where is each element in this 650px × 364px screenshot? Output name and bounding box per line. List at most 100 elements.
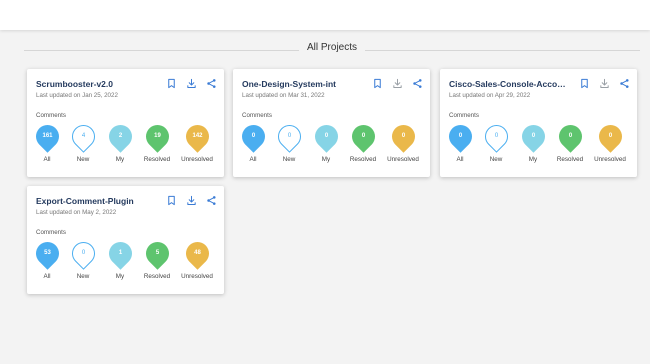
stat-new[interactable]: 0 New xyxy=(269,120,309,163)
last-updated-text: Last updated on May 2, 2022 xyxy=(36,209,117,216)
bookmark-icon[interactable] xyxy=(579,78,590,89)
stat-resolved[interactable]: 0 Resolved xyxy=(550,120,590,163)
stat-all[interactable]: 0 All xyxy=(233,120,273,163)
comment-stats: 161 All 4 New 2 My 19 Resolved 142 Unresolved xyxy=(30,120,219,169)
stat-label: Resolved xyxy=(143,273,171,280)
stat-my[interactable]: 2 My xyxy=(100,120,140,163)
comment-stats: 53 All 0 New 1 My 5 Resolved 48 Unresolved xyxy=(30,237,219,286)
stat-count: 0 xyxy=(81,250,85,256)
stat-label: My xyxy=(528,156,538,163)
pin-marker-icon: 2 xyxy=(103,120,137,153)
pin-marker-icon: 142 xyxy=(180,120,214,153)
project-title[interactable]: Cisco-Sales-Console-Account-I... xyxy=(449,79,569,89)
stat-count: 142 xyxy=(191,133,202,139)
project-title[interactable]: Export-Comment-Plugin xyxy=(36,196,156,206)
stat-unresolved[interactable]: 48 Unresolved xyxy=(177,237,217,280)
download-icon[interactable] xyxy=(599,78,610,89)
section-title: All Projects xyxy=(298,42,366,53)
pin-marker-icon: 0 xyxy=(593,120,627,153)
stat-count: 1 xyxy=(118,250,122,256)
stat-all[interactable]: 161 All xyxy=(27,120,67,163)
stat-all[interactable]: 53 All xyxy=(27,237,67,280)
stat-new[interactable]: 0 New xyxy=(476,120,516,163)
project-card[interactable]: Cisco-Sales-Console-Account-I... Last up… xyxy=(440,69,637,177)
stat-count: 0 xyxy=(251,133,255,139)
last-updated-text: Last updated on Apr 29, 2022 xyxy=(449,92,531,99)
stat-label: New xyxy=(76,273,90,280)
stat-label: All xyxy=(43,273,51,280)
top-app-bar xyxy=(0,0,650,30)
stat-my[interactable]: 0 My xyxy=(513,120,553,163)
share-icon[interactable] xyxy=(206,195,217,206)
project-card[interactable]: Export-Comment-Plugin Last updated on Ma… xyxy=(27,186,224,294)
pin-marker-icon: 0 xyxy=(346,120,380,153)
bookmark-icon[interactable] xyxy=(166,78,177,89)
stat-label: All xyxy=(43,156,51,163)
pin-marker-icon: 1 xyxy=(103,237,137,270)
last-updated-text: Last updated on Jan 25, 2022 xyxy=(36,92,118,99)
project-title[interactable]: Scrumbooster-v2.0 xyxy=(36,79,156,89)
stat-count: 0 xyxy=(361,133,365,139)
stat-label: Resolved xyxy=(349,156,377,163)
stat-count: 2 xyxy=(118,133,122,139)
pin-marker-icon: 0 xyxy=(386,120,420,153)
stat-label: My xyxy=(115,156,125,163)
stat-label: My xyxy=(115,273,125,280)
project-card[interactable]: Scrumbooster-v2.0 Last updated on Jan 25… xyxy=(27,69,224,177)
stat-count: 0 xyxy=(494,133,498,139)
download-icon[interactable] xyxy=(186,78,197,89)
stat-count: 0 xyxy=(287,133,291,139)
bookmark-icon[interactable] xyxy=(372,78,383,89)
project-title[interactable]: One-Design-System-int xyxy=(242,79,362,89)
pin-marker-icon: 48 xyxy=(180,237,214,270)
stat-unresolved[interactable]: 0 Unresolved xyxy=(590,120,630,163)
stat-label: Resolved xyxy=(556,156,584,163)
stat-all[interactable]: 0 All xyxy=(440,120,480,163)
card-actions xyxy=(166,195,217,206)
share-icon[interactable] xyxy=(412,78,423,89)
comments-label: Comments xyxy=(36,112,66,119)
card-actions xyxy=(166,78,217,89)
stat-count: 161 xyxy=(41,133,52,139)
share-icon[interactable] xyxy=(619,78,630,89)
project-card[interactable]: One-Design-System-int Last updated on Ma… xyxy=(233,69,430,177)
stat-resolved[interactable]: 19 Resolved xyxy=(137,120,177,163)
stat-count: 48 xyxy=(193,250,201,256)
stat-count: 0 xyxy=(458,133,462,139)
stat-count: 0 xyxy=(531,133,535,139)
stat-label: New xyxy=(489,156,503,163)
pin-marker-icon: 0 xyxy=(236,120,270,153)
stat-new[interactable]: 4 New xyxy=(63,120,103,163)
stat-label: Resolved xyxy=(143,156,171,163)
stat-label: Unresolved xyxy=(181,273,213,280)
comment-stats: 0 All 0 New 0 My 0 Resolved 0 Unresolved xyxy=(443,120,632,169)
pin-marker-icon: 0 xyxy=(272,120,306,153)
pin-marker-icon: 0 xyxy=(516,120,550,153)
stat-resolved[interactable]: 5 Resolved xyxy=(137,237,177,280)
stat-label: All xyxy=(456,156,464,163)
section-header: All Projects xyxy=(24,41,640,59)
stat-count: 5 xyxy=(155,250,159,256)
pin-marker-icon: 161 xyxy=(30,120,64,153)
pin-marker-icon: 5 xyxy=(140,237,174,270)
comments-label: Comments xyxy=(242,112,272,119)
comment-stats: 0 All 0 New 0 My 0 Resolved 0 Unresolved xyxy=(236,120,425,169)
pin-marker-icon: 19 xyxy=(140,120,174,153)
bookmark-icon[interactable] xyxy=(166,195,177,206)
stat-new[interactable]: 0 New xyxy=(63,237,103,280)
pin-marker-icon: 0 xyxy=(553,120,587,153)
stat-resolved[interactable]: 0 Resolved xyxy=(343,120,383,163)
stat-my[interactable]: 0 My xyxy=(306,120,346,163)
download-icon[interactable] xyxy=(186,195,197,206)
stat-count: 19 xyxy=(153,133,161,139)
stat-label: Unresolved xyxy=(181,156,213,163)
stat-my[interactable]: 1 My xyxy=(100,237,140,280)
stat-unresolved[interactable]: 0 Unresolved xyxy=(383,120,423,163)
pin-marker-icon: 53 xyxy=(30,237,64,270)
stat-label: New xyxy=(76,156,90,163)
stat-count: 0 xyxy=(608,133,612,139)
stat-count: 53 xyxy=(43,250,51,256)
download-icon[interactable] xyxy=(392,78,403,89)
stat-unresolved[interactable]: 142 Unresolved xyxy=(177,120,217,163)
share-icon[interactable] xyxy=(206,78,217,89)
